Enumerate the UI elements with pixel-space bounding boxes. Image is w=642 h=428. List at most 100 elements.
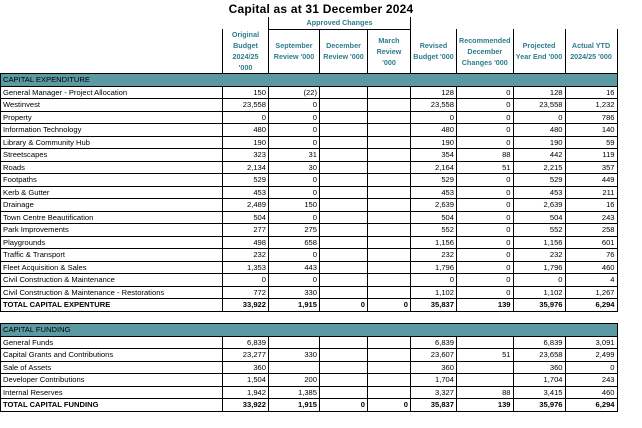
value-cell — [319, 111, 368, 124]
value-cell: 1,156 — [512, 236, 566, 249]
value-cell: 2,639 — [410, 198, 457, 212]
table-row: Streetscapes 323 31 354 88 442 119 — [0, 148, 618, 162]
value-cell: 23,558 — [410, 98, 457, 112]
table-row: Developer Contributions 1,504 200 1,704 1,70… — [0, 373, 618, 387]
value-cell: 243 — [564, 211, 618, 224]
value-cell: 3,327 — [410, 386, 457, 399]
value-cell: 360 — [222, 361, 269, 374]
row-label: Property — [0, 111, 223, 124]
value-cell: 1,942 — [222, 386, 269, 399]
column-header: March Review '000 — [367, 29, 411, 74]
value-cell: 0 — [456, 248, 514, 262]
value-cell — [367, 198, 411, 212]
value-cell: 0 — [456, 186, 514, 199]
value-cell: 0 — [268, 173, 320, 187]
value-cell: 59 — [564, 136, 618, 149]
value-cell — [367, 136, 411, 149]
value-cell: 504 — [512, 211, 566, 224]
column-header: December Review '000 — [319, 29, 368, 74]
value-cell: 30 — [268, 161, 320, 174]
value-cell: 601 — [564, 236, 618, 249]
value-cell: 88 — [456, 386, 514, 399]
value-cell: 529 — [512, 173, 566, 187]
value-cell: 0 — [456, 211, 514, 224]
column-header: Actual YTD 2024/25 '000 — [564, 29, 618, 74]
value-cell — [319, 236, 368, 249]
value-cell: 190 — [512, 136, 566, 149]
value-cell — [319, 148, 368, 162]
value-cell: 139 — [456, 398, 514, 412]
value-cell: 330 — [268, 348, 320, 362]
value-cell — [319, 273, 368, 287]
value-cell: 0 — [268, 273, 320, 287]
value-cell: 1,102 — [512, 286, 566, 299]
expenditure-total-row: TOTAL CAPITAL EXPENTURE 33,922 1,915 0 0 35,8… — [0, 298, 618, 312]
value-cell — [367, 348, 411, 362]
value-cell: 786 — [564, 111, 618, 124]
value-cell: 354 — [410, 148, 457, 162]
value-cell: 33,922 — [222, 398, 269, 412]
value-cell: 6,839 — [512, 336, 566, 349]
value-cell: 128 — [512, 86, 566, 99]
expenditure-section: CAPITAL EXPENDITURE — [0, 73, 618, 87]
value-cell: 552 — [512, 223, 566, 237]
value-cell: 23,277 — [222, 348, 269, 362]
value-cell: 6,839 — [222, 336, 269, 349]
value-cell — [367, 186, 411, 199]
value-cell: 33,922 — [222, 298, 269, 312]
value-cell: 357 — [564, 161, 618, 174]
value-cell — [367, 261, 411, 274]
spacer-row — [1, 311, 618, 324]
table-row: Fleet Acquisition & Sales 1,353 443 1,796 0 1… — [0, 261, 618, 274]
row-label: General Manager - Project Allocation — [0, 86, 223, 99]
table-row: Traffic & Transport 232 0 232 0 232 76 — [0, 248, 618, 262]
value-cell: 453 — [410, 186, 457, 199]
value-cell: 529 — [222, 173, 269, 187]
table-row: Park Improvements 277 275 552 0 552 258 — [0, 223, 618, 237]
value-cell: 0 — [268, 186, 320, 199]
table-row: Information Technology 480 0 480 0 480 140 — [0, 123, 618, 137]
value-cell: 0 — [456, 173, 514, 187]
value-cell: 0 — [512, 273, 566, 287]
value-cell: 139 — [456, 298, 514, 312]
value-cell — [367, 211, 411, 224]
value-cell: 150 — [222, 86, 269, 99]
row-label: Sale of Assets — [0, 361, 223, 374]
value-cell: 0 — [512, 111, 566, 124]
value-cell: 443 — [268, 261, 320, 274]
value-cell: 658 — [268, 236, 320, 249]
value-cell: 51 — [456, 161, 514, 174]
value-cell: 1,796 — [512, 261, 566, 274]
value-cell: 0 — [456, 86, 514, 99]
value-cell: 0 — [268, 211, 320, 224]
value-cell — [456, 373, 514, 387]
value-cell: 0 — [564, 361, 618, 374]
column-header: Original Budget 2024/25 '000 — [222, 29, 269, 74]
column-header: Revised Budget '000 — [410, 29, 457, 74]
value-cell: 1,102 — [410, 286, 457, 299]
value-cell — [319, 248, 368, 262]
value-cell: 0 — [456, 261, 514, 274]
row-label: Civil Construction & Maintenance - Resto… — [0, 286, 223, 299]
value-cell: 6,839 — [410, 336, 457, 349]
value-cell: 0 — [268, 123, 320, 137]
value-cell: 1,704 — [512, 373, 566, 387]
row-label: Library & Community Hub — [0, 136, 223, 149]
value-cell: 552 — [410, 223, 457, 237]
value-cell — [367, 286, 411, 299]
value-cell: 2,489 — [222, 198, 269, 212]
table-row: Internal Reserves 1,942 1,385 3,327 88 3,415 4… — [0, 386, 618, 399]
value-cell — [367, 173, 411, 187]
value-cell: 119 — [564, 148, 618, 162]
value-cell: 0 — [268, 98, 320, 112]
column-header: Recommended December Changes '000 — [456, 29, 514, 74]
value-cell — [319, 336, 368, 349]
value-cell — [319, 223, 368, 237]
value-cell — [268, 361, 320, 374]
value-cell: 1,504 — [222, 373, 269, 387]
value-cell: 2,164 — [410, 161, 457, 174]
value-cell — [367, 223, 411, 237]
value-cell: 480 — [512, 123, 566, 137]
value-cell: 0 — [456, 98, 514, 112]
value-cell: 0 — [456, 223, 514, 237]
